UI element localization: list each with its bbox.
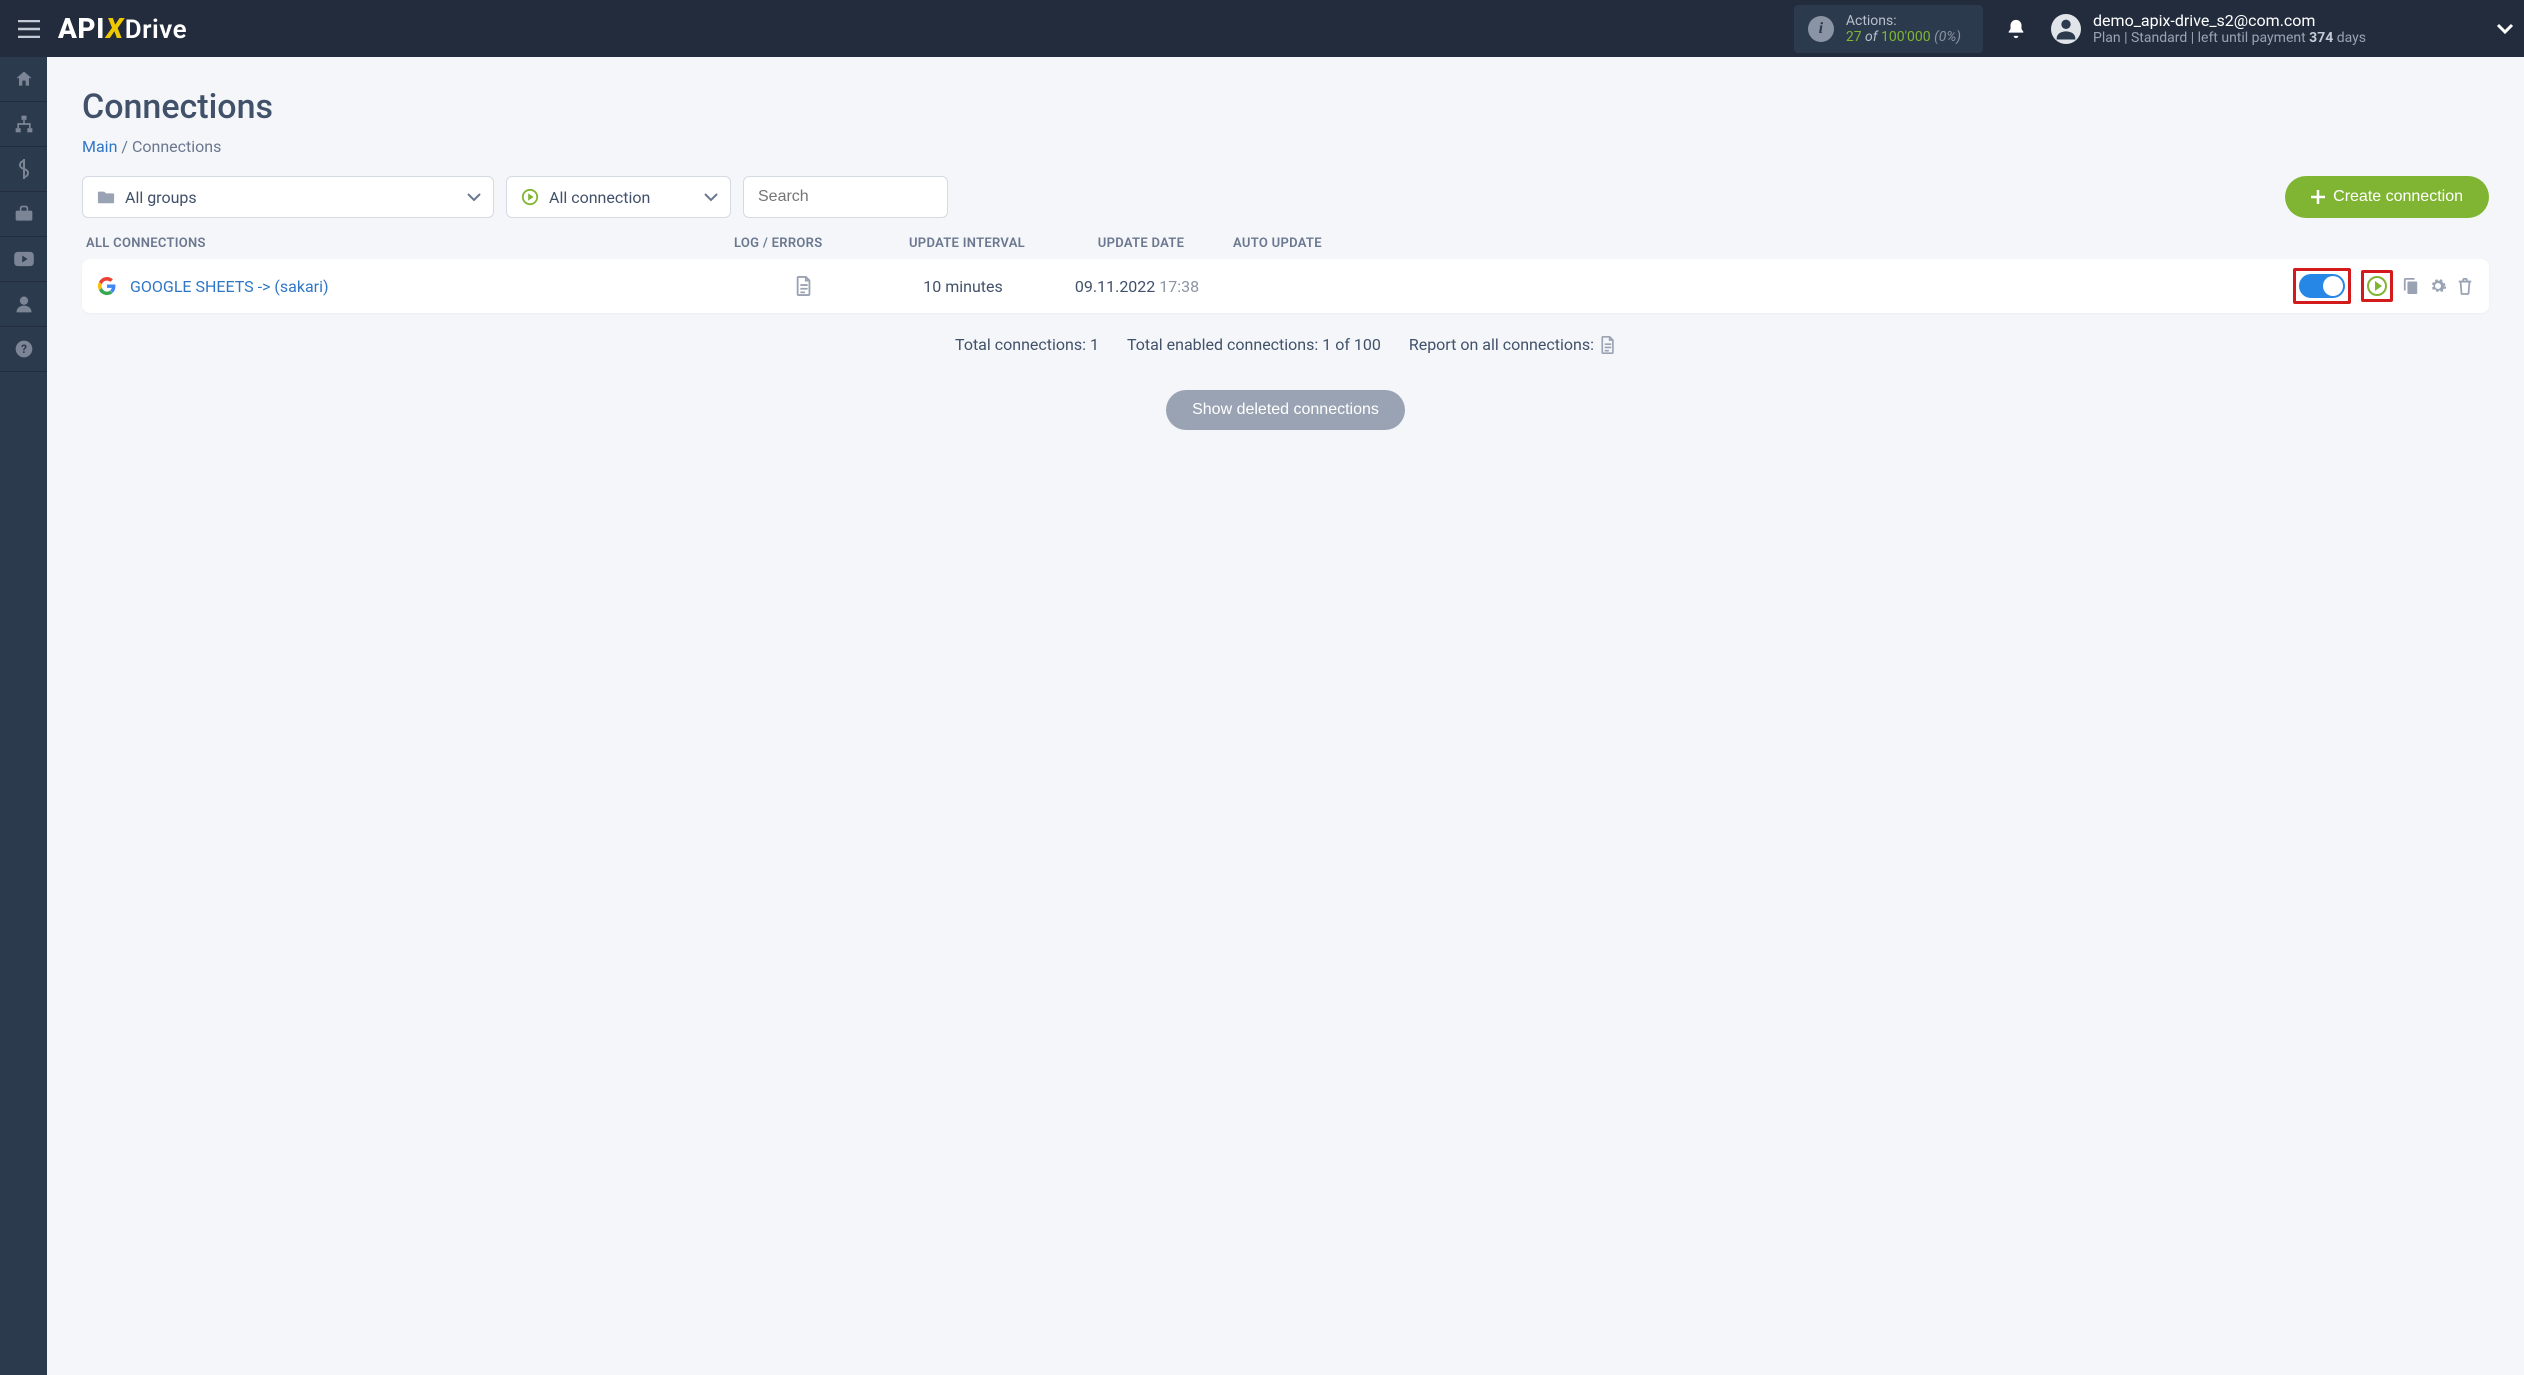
column-interval: Update interval: [882, 236, 1052, 251]
notifications-icon[interactable]: [2005, 18, 2027, 40]
column-auto: Auto update: [1230, 236, 1458, 251]
table-header: All connections Log / Errors Update inte…: [82, 236, 2489, 259]
filters-bar: All groups All connection Create connect…: [82, 176, 2489, 218]
logo[interactable]: APIXDrive: [58, 12, 187, 45]
page-title: Connections: [82, 87, 2489, 127]
report-link[interactable]: Report on all connections:: [1409, 335, 1616, 354]
breadcrumb: Main / Connections: [82, 137, 2489, 156]
avatar-icon: [2051, 14, 2081, 44]
groups-select[interactable]: All groups: [82, 176, 494, 218]
actions-counter[interactable]: Actions: 27 of 100'000 (0%): [1794, 5, 1983, 53]
row-date: 09.11.2022 17:38: [1048, 277, 1226, 296]
sidebar-item-video[interactable]: [0, 237, 47, 282]
main-content: Connections Main / Connections All group…: [47, 57, 2524, 1375]
document-icon: [1600, 336, 1616, 354]
column-name: All connections: [86, 236, 734, 251]
status-select[interactable]: All connection: [506, 176, 731, 218]
trash-icon[interactable]: [2457, 277, 2473, 295]
search-input[interactable]: [758, 188, 907, 206]
breadcrumb-main[interactable]: Main: [82, 137, 117, 156]
sidebar-item-home[interactable]: [0, 57, 47, 102]
gear-icon[interactable]: [2429, 277, 2447, 295]
highlight-play: [2361, 270, 2393, 302]
actions-label: Actions:: [1846, 13, 1961, 29]
column-log: Log / Errors: [734, 236, 882, 251]
user-menu[interactable]: demo_apix-drive_s2@com.com Plan | Standa…: [2051, 11, 2514, 46]
chevron-down-icon: [704, 193, 718, 202]
summary-bar: Total connections: 1 Total enabled conne…: [82, 335, 2489, 354]
sidebar-item-help[interactable]: ?: [0, 327, 47, 372]
chevron-down-icon: [467, 193, 481, 202]
menu-toggle-icon[interactable]: [18, 20, 40, 38]
sidebar-item-account[interactable]: [0, 282, 47, 327]
play-icon: [521, 188, 539, 206]
sidebar-item-billing[interactable]: [0, 147, 47, 192]
sidebar: ?: [0, 57, 47, 1375]
log-icon[interactable]: [795, 276, 813, 296]
sidebar-item-connections[interactable]: [0, 102, 47, 147]
show-deleted-button[interactable]: Show deleted connections: [1166, 390, 1405, 430]
copy-icon[interactable]: [2403, 277, 2419, 295]
groups-label: All groups: [125, 188, 197, 207]
auto-update-toggle[interactable]: [2299, 274, 2345, 298]
run-now-button[interactable]: [2367, 276, 2387, 296]
user-plan: Plan | Standard | left until payment 374…: [2093, 30, 2366, 46]
user-email: demo_apix-drive_s2@com.com: [2093, 11, 2366, 30]
status-label: All connection: [549, 188, 650, 207]
connection-name[interactable]: GOOGLE SHEETS -> (sakari): [130, 277, 329, 296]
topbar: APIXDrive Actions: 27 of 100'000 (0%) de…: [0, 0, 2524, 57]
google-icon: [98, 277, 116, 295]
enabled-connections: Total enabled connections: 1 of 100: [1127, 335, 1381, 354]
sidebar-item-tools[interactable]: [0, 192, 47, 237]
actions-value: 27 of 100'000 (0%): [1846, 29, 1961, 45]
column-date: Update date: [1052, 236, 1230, 251]
create-connection-button[interactable]: Create connection: [2285, 176, 2489, 218]
info-icon: [1808, 16, 1834, 42]
connection-row: GOOGLE SHEETS -> (sakari) 10 minutes 09.…: [82, 259, 2489, 313]
breadcrumb-current: Connections: [132, 137, 221, 156]
svg-text:?: ?: [21, 342, 27, 356]
row-interval: 10 minutes: [878, 277, 1048, 296]
total-connections: Total connections: 1: [955, 335, 1099, 354]
chevron-down-icon: [2496, 23, 2514, 35]
search-box[interactable]: [743, 176, 948, 218]
highlight-toggle: [2293, 268, 2351, 304]
